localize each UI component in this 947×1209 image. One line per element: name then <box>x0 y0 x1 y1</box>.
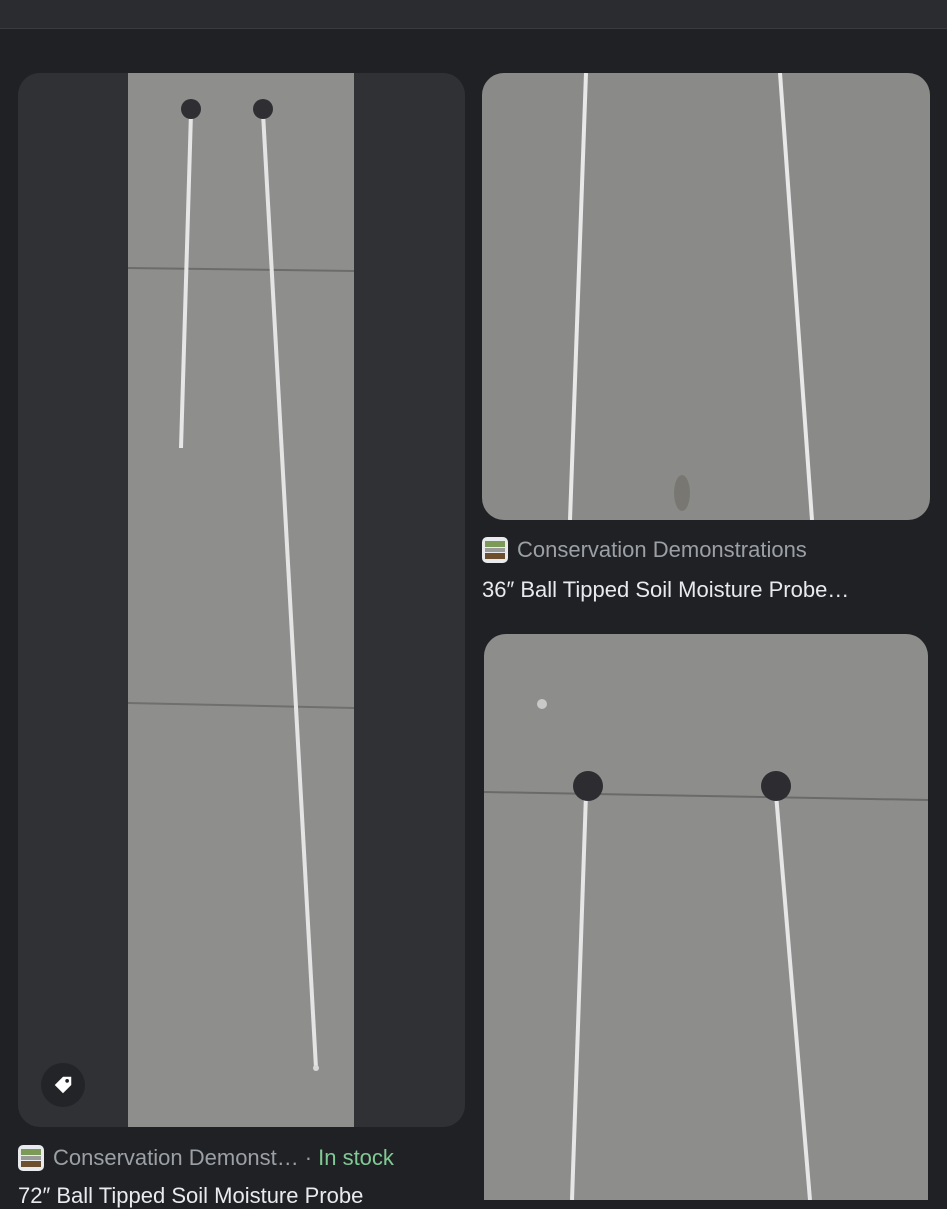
result-title[interactable]: 72″ Ball Tipped Soil Moisture Probe <box>18 1183 448 1209</box>
site-favicon <box>18 1145 44 1171</box>
result-image-36in-probe[interactable] <box>482 73 930 520</box>
browser-top-bar <box>0 0 947 29</box>
result-source-name: Conservation Demonst… <box>53 1145 299 1170</box>
probe-closeup-photo <box>482 73 930 520</box>
ball-tip-photo <box>484 634 928 1200</box>
result-title[interactable]: 36″ Ball Tipped Soil Moisture Probe… <box>482 577 922 603</box>
result-source-name: Conservation Demonstrations <box>517 537 807 562</box>
separator-dot: · <box>304 1145 313 1170</box>
site-favicon <box>482 537 508 563</box>
result-source-row[interactable]: Conservation Demonst… · In stock <box>18 1145 394 1171</box>
result-image-ball-tips[interactable] <box>484 634 928 1200</box>
price-tag-icon <box>54 1076 72 1094</box>
price-tag-button[interactable] <box>41 1063 85 1107</box>
probe-photo <box>127 73 355 1127</box>
availability-badge: In stock <box>318 1145 394 1170</box>
result-image-72in-probe[interactable] <box>18 73 465 1127</box>
result-source-row[interactable]: Conservation Demonstrations <box>482 537 807 563</box>
